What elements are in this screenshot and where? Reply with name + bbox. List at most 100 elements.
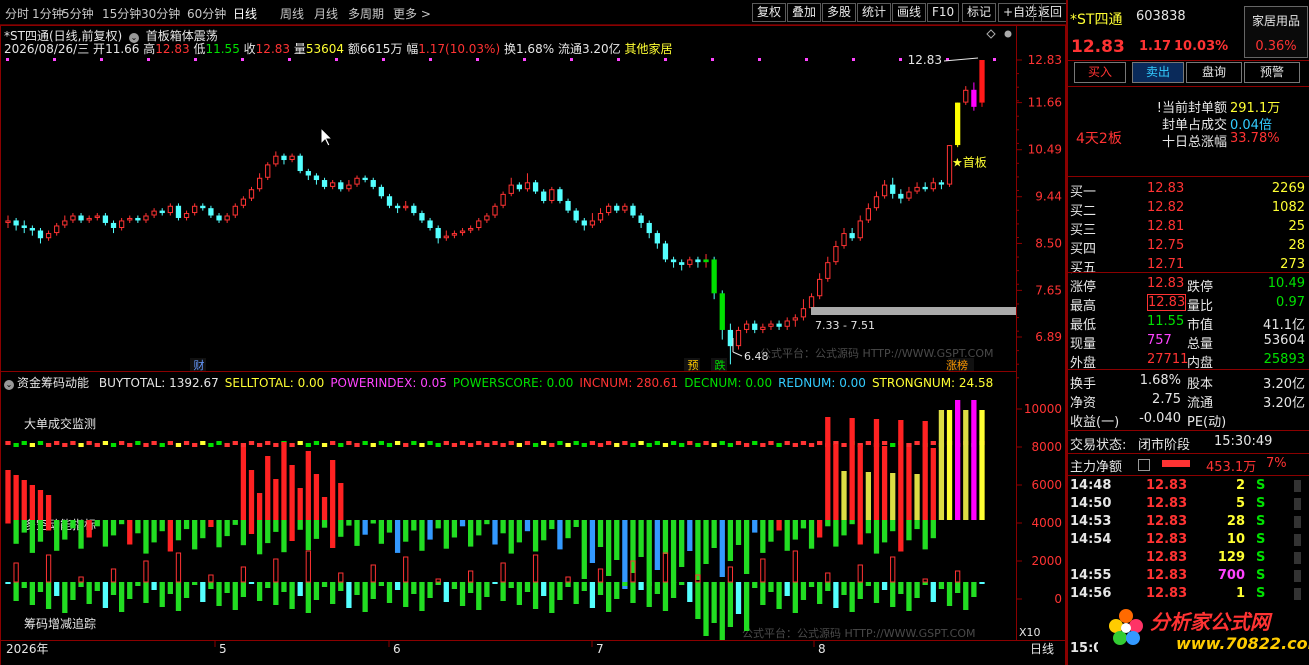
fundamental-row: 换手 1.68% 股本 3.20亿 (1068, 372, 1309, 392)
candle-body (687, 259, 693, 265)
fund-label: 收益(一) (1070, 415, 1120, 430)
xaxis-month: 7 (596, 642, 604, 656)
label-chip: 筹码增减追踪 (24, 616, 96, 631)
candle-body (938, 182, 945, 185)
candle-body (70, 215, 76, 221)
main-flow-pct: 7% (1266, 456, 1287, 471)
candle-body (679, 262, 685, 265)
power-bar (817, 520, 823, 538)
chip-bar (703, 582, 709, 636)
chip-bar (427, 582, 433, 598)
range-bar (811, 307, 1016, 315)
big-order-mark (427, 441, 433, 445)
power-bar (346, 520, 352, 526)
tick-price: 12.83 (1146, 514, 1188, 529)
chip-bar (719, 582, 725, 640)
sell-button[interactable]: 卖出 (1132, 62, 1184, 83)
fundamental-row: 净资 2.75 流通 3.20亿 (1068, 391, 1309, 411)
buy-button[interactable]: 买入 (1074, 62, 1126, 83)
query-button[interactable]: 盘询 (1186, 62, 1242, 83)
low-pointer (732, 351, 743, 357)
power-bar (808, 520, 815, 549)
chip-bar (565, 582, 571, 587)
chip-bar (597, 582, 604, 595)
list-icon[interactable] (1138, 459, 1150, 471)
candle-body (589, 220, 596, 226)
chip-bar (297, 582, 303, 596)
candle-body (13, 220, 19, 226)
candle-body (208, 208, 214, 216)
big-order-mark (930, 441, 936, 445)
power-bar (143, 520, 149, 554)
indicator-value-2: POWERINDEX: 0.05 (330, 376, 447, 390)
vol-label: 量 (293, 42, 306, 56)
tick-vol: 10 (1226, 532, 1245, 547)
indicator-toggle-icon[interactable]: ⌄ (4, 380, 14, 390)
signal-dot (617, 58, 620, 61)
chip-bar (151, 582, 157, 590)
candle-body (833, 246, 839, 263)
big-order-bar (898, 420, 904, 520)
indicator-axis-label: 10000 (1024, 402, 1062, 416)
chip-bar (192, 582, 198, 585)
big-order-bar (914, 474, 920, 520)
power-bar (167, 520, 173, 552)
big-order-bar (240, 447, 247, 520)
indicator-header: ⌄ 资金筹码动能 BUYTOTAL: 1392.67 SELLTOTAL: 0.00… (4, 374, 993, 391)
power-bar (289, 520, 295, 541)
power-bar (695, 520, 701, 580)
power-bar (13, 520, 19, 544)
chip-up-bar (532, 554, 539, 583)
alert-button[interactable]: 预警 (1244, 62, 1300, 83)
big-order-mark (605, 441, 612, 445)
big-order-mark (159, 443, 165, 447)
big-order-mark (216, 441, 222, 445)
candle-body (670, 259, 677, 263)
big-order-mark (403, 443, 409, 447)
chip-bar (873, 582, 880, 603)
power-bar (873, 520, 880, 554)
power-bar (768, 520, 774, 542)
power-bar (118, 520, 125, 525)
indicator-axis-label: 0 (1054, 592, 1062, 606)
chip-bar (143, 582, 149, 603)
candle-body (338, 182, 344, 190)
power-bar (670, 520, 677, 583)
big-order-mark (890, 443, 896, 447)
big-order-mark (638, 441, 644, 445)
power-bar (735, 520, 742, 545)
kline-chart[interactable]: 12.83 11.66 10.49 9.44 8.50 7.65 6.89 12.83 ★首板 7… (0, 0, 1066, 665)
circle-icon[interactable] (1004, 30, 1012, 38)
power-bar (378, 520, 385, 544)
tick-row: 12.83 129 S (1068, 549, 1309, 568)
fund-label: 流通 (1187, 396, 1214, 411)
big-order-mark (248, 441, 255, 445)
amt-value: 6615万 (359, 42, 403, 56)
power-bar (549, 520, 555, 530)
stat-label: 跌停 (1187, 280, 1214, 295)
chip-bar (86, 582, 92, 604)
chip-bar (183, 582, 190, 598)
big-order-mark (29, 443, 35, 447)
big-order-mark (532, 443, 539, 447)
diamond-icon[interactable] (986, 29, 996, 39)
chip-bar (662, 582, 669, 611)
quote-summary: 2026/08/26/三 开11.66 高12.83 低11.55 收12.83… (4, 40, 673, 57)
big-order-mark (362, 441, 368, 445)
power-bar (70, 520, 76, 529)
candle-body (183, 213, 190, 218)
stat-label: 总量 (1187, 337, 1214, 352)
fund-label: PE(动) (1187, 415, 1227, 430)
tick-row: 14:48 12.83 2 S (1068, 477, 1309, 496)
big-order-bar (930, 448, 936, 520)
big-order-bar (313, 474, 320, 520)
candle-body (735, 329, 742, 347)
candle-body (362, 177, 368, 181)
xaxis-month: 5 (219, 642, 227, 656)
event-marker: 跌 (715, 358, 726, 372)
chip-bar (403, 582, 409, 607)
big-order-bar (289, 465, 295, 520)
logo-text: 分析家公式网 (1150, 610, 1270, 634)
stat-label: 市值 (1187, 318, 1214, 333)
candle-body (906, 191, 912, 199)
